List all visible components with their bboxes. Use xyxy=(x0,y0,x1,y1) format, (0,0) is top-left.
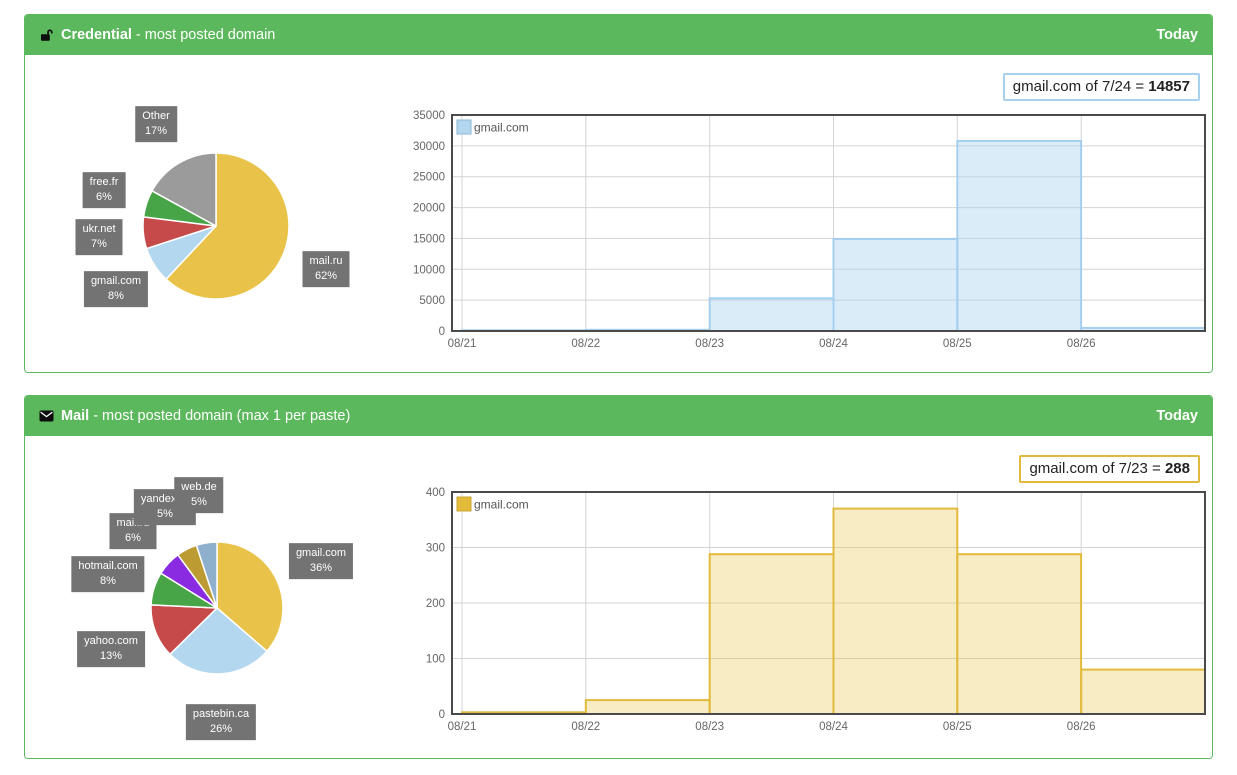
mail-panel-header: Mail - most posted domain (max 1 per pas… xyxy=(25,396,1212,436)
x-axis-tick: 08/23 xyxy=(695,721,724,733)
pie-label: pastebin.ca26% xyxy=(186,704,256,740)
x-axis-tick: 08/22 xyxy=(571,338,600,350)
x-axis-tick: 08/24 xyxy=(819,338,848,350)
y-axis-tick: 200 xyxy=(426,598,445,610)
bar xyxy=(834,239,958,331)
x-axis-tick: 08/26 xyxy=(1067,338,1096,350)
pie-label: web.de5% xyxy=(174,477,223,513)
tooltip-text: gmail.com of 7/23 = xyxy=(1029,460,1160,477)
dashboard: Credential - most posted domain Today gm… xyxy=(0,14,1237,759)
legend-label: gmail.com xyxy=(474,498,529,512)
pie-label: hotmail.com8% xyxy=(71,556,144,592)
y-axis-tick: 10000 xyxy=(413,264,445,276)
mail-icon xyxy=(39,410,54,422)
mail-panel-body: gmail.com of 7/23 = 288 0 100 200 300 400 08/… xyxy=(25,436,1212,758)
tooltip-text: gmail.com of 7/24 = xyxy=(1013,78,1144,95)
pie-chart[interactable] xyxy=(149,540,285,676)
bar xyxy=(710,298,834,331)
today-button[interactable]: Today xyxy=(1156,408,1198,424)
x-axis-tick: 08/22 xyxy=(571,721,600,733)
pie-label: yahoo.com13% xyxy=(77,631,145,667)
bar xyxy=(710,554,834,714)
credential-panel-body: gmail.com of 7/24 = 14857 0 5000 10000 1500… xyxy=(25,55,1212,372)
legend-swatch xyxy=(457,120,471,134)
unlock-icon xyxy=(39,28,54,43)
x-axis-tick: 08/26 xyxy=(1067,721,1096,733)
y-axis-tick: 300 xyxy=(426,543,445,555)
bar xyxy=(957,141,1081,331)
x-axis-tick: 08/21 xyxy=(448,338,477,350)
credential-value-tooltip: gmail.com of 7/24 = 14857 xyxy=(1003,73,1200,101)
bar xyxy=(834,509,958,714)
mail-panel: Mail - most posted domain (max 1 per pas… xyxy=(24,395,1213,759)
tooltip-value: 288 xyxy=(1165,460,1190,477)
y-axis-tick: 5000 xyxy=(419,295,445,307)
tooltip-value: 14857 xyxy=(1148,78,1190,95)
mail-value-tooltip: gmail.com of 7/23 = 288 xyxy=(1019,455,1200,483)
pie-label: Other17% xyxy=(135,106,177,142)
y-axis-tick: 0 xyxy=(439,326,445,338)
x-axis-tick: 08/24 xyxy=(819,721,848,733)
credential-panel: Credential - most posted domain Today gm… xyxy=(24,14,1213,373)
x-axis-tick: 08/21 xyxy=(448,721,477,733)
y-axis-tick: 400 xyxy=(426,487,445,499)
today-button[interactable]: Today xyxy=(1156,27,1198,43)
credential-bar-chart[interactable]: 0 5000 10000 15000 20000 25000 30000 35000 08/21… xyxy=(410,95,1212,373)
bar xyxy=(957,554,1081,714)
y-axis-tick: 15000 xyxy=(413,233,445,245)
credential-panel-header: Credential - most posted domain Today xyxy=(25,15,1212,55)
pie-label: gmail.com36% xyxy=(289,543,353,579)
x-axis-tick: 08/23 xyxy=(695,338,724,350)
pie-label: gmail.com8% xyxy=(84,271,148,307)
pie-label: mail.ru62% xyxy=(302,251,349,287)
bar xyxy=(1081,670,1205,714)
y-axis-tick: 35000 xyxy=(413,110,445,122)
y-axis-tick: 100 xyxy=(426,654,445,666)
legend-label: gmail.com xyxy=(474,121,529,135)
y-axis-tick: 20000 xyxy=(413,203,445,215)
pie-chart[interactable] xyxy=(141,151,291,301)
y-axis-tick: 25000 xyxy=(413,172,445,184)
mail-bar-chart[interactable]: 0 100 200 300 400 08/21 08/22 08/23 08/24 08/25 08… xyxy=(410,476,1212,756)
bar xyxy=(586,700,710,714)
y-axis-tick: 30000 xyxy=(413,141,445,153)
x-axis-tick: 08/25 xyxy=(943,338,972,350)
pie-label: free.fr6% xyxy=(83,172,126,208)
y-axis-tick: 0 xyxy=(439,709,445,721)
panel-subtitle: - most posted domain xyxy=(136,27,275,43)
legend-swatch xyxy=(457,497,471,511)
panel-subtitle: - most posted domain (max 1 per paste) xyxy=(93,408,350,424)
panel-title: Credential xyxy=(61,27,132,43)
pie-label: ukr.net7% xyxy=(75,219,122,255)
x-axis-tick: 08/25 xyxy=(943,721,972,733)
panel-title: Mail xyxy=(61,408,89,424)
